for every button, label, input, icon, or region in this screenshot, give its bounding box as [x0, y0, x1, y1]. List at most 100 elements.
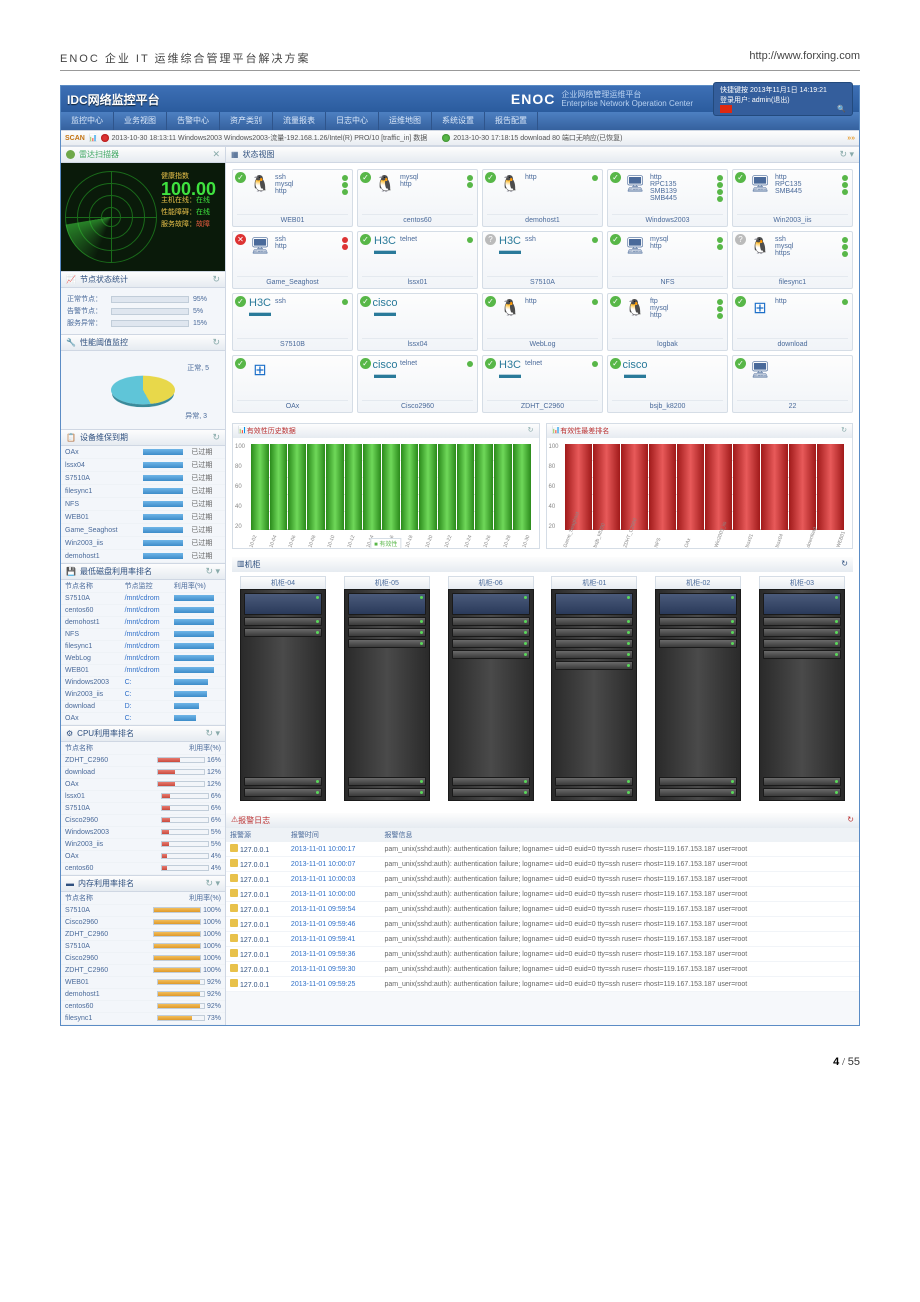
status-node[interactable]: ✓🐧mysqlhttpcentos60 — [357, 169, 478, 227]
login-info[interactable]: 登录用户: admin(退出) — [720, 95, 790, 105]
status-node[interactable]: ?H3C▬▬sshS7510A — [482, 231, 603, 289]
status-node[interactable]: ✓🐧sshmysqlhttpWEB01 — [232, 169, 353, 227]
refresh-icon[interactable]: ↻ — [841, 559, 848, 570]
status-node[interactable]: ✓cisco▬▬telnetCisco2960 — [357, 355, 478, 413]
refresh-icon[interactable]: ↻ ▾ — [205, 566, 220, 577]
mem-row[interactable]: centos60 92% — [61, 1001, 225, 1013]
disk-row[interactable]: downloadD: — [61, 701, 225, 713]
rack-server[interactable] — [348, 639, 426, 648]
flag-cn-icon[interactable] — [720, 105, 732, 113]
disk-row[interactable]: centos60/mnt/cdrom — [61, 605, 225, 617]
maint-row[interactable]: filesync1已过期 — [61, 485, 225, 498]
mem-row[interactable]: Cisco2960 100% — [61, 917, 225, 929]
rack-server[interactable] — [244, 617, 322, 626]
maint-row[interactable]: S7510A已过期 — [61, 472, 225, 485]
rack[interactable]: 机柜-06 — [448, 576, 534, 801]
mem-row[interactable]: ZDHT_C2960 100% — [61, 965, 225, 977]
rack-server[interactable] — [555, 628, 633, 637]
rack-server[interactable] — [452, 628, 530, 637]
rack-server[interactable] — [244, 593, 322, 615]
maint-row[interactable]: OAx已过期 — [61, 446, 225, 459]
status-node[interactable]: ✓cisco▬▬bsjb_k8200 — [607, 355, 728, 413]
rack-server[interactable] — [659, 628, 737, 637]
maint-row[interactable]: Game_Seaghost已过期 — [61, 524, 225, 537]
mem-row[interactable]: S7510A 100% — [61, 941, 225, 953]
rack-server[interactable] — [555, 650, 633, 659]
status-node[interactable]: ✓🐧ftpmysqlhttplogbak — [607, 293, 728, 351]
user-box[interactable]: 快捷键按 2013年11月1日 14:19:21 登录用户: admin(退出)… — [713, 82, 853, 116]
disk-row[interactable]: WebLog/mnt/cdrom — [61, 653, 225, 665]
status-node[interactable]: ✓🖥httpRPC135SMB139SMB445Windows2003 — [607, 169, 728, 227]
alarm-row[interactable]: 127.0.0.12013-11-01 09:59:41pam_unix(ssh… — [226, 932, 859, 947]
alarm-row[interactable]: 127.0.0.12013-11-01 10:00:00pam_unix(ssh… — [226, 887, 859, 902]
rack-server[interactable] — [659, 639, 737, 648]
rack-server[interactable] — [348, 617, 426, 626]
status-node[interactable]: ✓⊞OAx — [232, 355, 353, 413]
status-node[interactable]: ✓⊞httpdownload — [732, 293, 853, 351]
refresh-icon[interactable]: ↻ ▾ — [205, 878, 220, 889]
menu-item[interactable]: 报告配置 — [485, 112, 538, 130]
refresh-icon[interactable]: ↻ — [847, 815, 854, 826]
alarm-row[interactable]: 127.0.0.12013-11-01 09:59:30pam_unix(ssh… — [226, 962, 859, 977]
menu-item[interactable]: 监控中心 — [61, 112, 114, 130]
mem-row[interactable]: ZDHT_C2960 100% — [61, 929, 225, 941]
disk-row[interactable]: OAxC: — [61, 713, 225, 725]
rack[interactable]: 机柜-05 — [344, 576, 430, 801]
cpu-row[interactable]: S7510A 6% — [61, 803, 225, 815]
alarm-row[interactable]: 127.0.0.12013-11-01 10:00:07pam_unix(ssh… — [226, 857, 859, 872]
rack-server[interactable] — [763, 639, 841, 648]
rack-server[interactable] — [452, 593, 530, 615]
status-node[interactable]: ✓🖥22 — [732, 355, 853, 413]
cpu-row[interactable]: ZDHT_C2960 16% — [61, 755, 225, 767]
rack-server[interactable] — [763, 593, 841, 615]
rack[interactable]: 机柜-04 — [240, 576, 326, 801]
rack-server[interactable] — [555, 661, 633, 670]
status-node[interactable]: ✓🖥httpRPC135SMB445Win2003_iis — [732, 169, 853, 227]
menu-item[interactable]: 告警中心 — [167, 112, 220, 130]
cpu-row[interactable]: OAx 12% — [61, 779, 225, 791]
status-node[interactable]: ✓H3C▬▬sshS7510B — [232, 293, 353, 351]
cpu-row[interactable]: Windows2003 5% — [61, 827, 225, 839]
rack-server[interactable] — [244, 628, 322, 637]
rack-server[interactable] — [763, 650, 841, 659]
rack[interactable]: 机柜-03 — [759, 576, 845, 801]
maint-row[interactable]: lssx04已过期 — [61, 459, 225, 472]
disk-row[interactable]: WEB01/mnt/cdrom — [61, 665, 225, 677]
maint-row[interactable]: demohost1已过期 — [61, 550, 225, 563]
rack-server[interactable] — [555, 593, 633, 615]
alarm-row[interactable]: 127.0.0.12013-11-01 10:00:17pam_unix(ssh… — [226, 842, 859, 857]
menu-item[interactable]: 运维地图 — [379, 112, 432, 130]
rack-server[interactable] — [555, 639, 633, 648]
alarm-row[interactable]: 127.0.0.12013-11-01 09:59:46pam_unix(ssh… — [226, 917, 859, 932]
rack-server[interactable] — [659, 593, 737, 615]
rack-server[interactable] — [659, 617, 737, 626]
refresh-icon[interactable]: ↻ ▾ — [839, 149, 854, 160]
refresh-icon[interactable]: ↻ — [212, 337, 220, 348]
alarm-row[interactable]: 127.0.0.12013-11-01 10:00:03pam_unix(ssh… — [226, 872, 859, 887]
cpu-row[interactable]: download 12% — [61, 767, 225, 779]
disk-row[interactable]: demohost1/mnt/cdrom — [61, 617, 225, 629]
mem-row[interactable]: S7510A 100% — [61, 905, 225, 917]
close-icon[interactable]: ✕ — [212, 149, 220, 160]
refresh-icon[interactable]: ↻ — [212, 432, 220, 443]
disk-row[interactable]: Win2003_iisC: — [61, 689, 225, 701]
cpu-row[interactable]: OAx 4% — [61, 851, 225, 863]
disk-row[interactable]: NFS/mnt/cdrom — [61, 629, 225, 641]
status-node[interactable]: ✓🐧httpWebLog — [482, 293, 603, 351]
menu-item[interactable]: 系统设置 — [432, 112, 485, 130]
mem-row[interactable]: filesync1 73% — [61, 1013, 225, 1025]
alarm-row[interactable]: 127.0.0.12013-11-01 09:59:54pam_unix(ssh… — [226, 902, 859, 917]
mem-row[interactable]: WEB01 92% — [61, 977, 225, 989]
maint-row[interactable]: Win2003_iis已过期 — [61, 537, 225, 550]
rack-server[interactable] — [348, 593, 426, 615]
cpu-row[interactable]: lssx01 6% — [61, 791, 225, 803]
chart-icon[interactable]: 📊 — [89, 134, 98, 142]
menu-item[interactable]: 流量报表 — [273, 112, 326, 130]
rack-server[interactable] — [452, 617, 530, 626]
refresh-icon[interactable]: ↻ ▾ — [205, 728, 220, 739]
menu-item[interactable]: 业务视图 — [114, 112, 167, 130]
rack-server[interactable] — [452, 650, 530, 659]
refresh-icon[interactable]: ↻ — [212, 274, 220, 285]
status-node[interactable]: ✓🐧httpdemohost1 — [482, 169, 603, 227]
alarm-row[interactable]: 127.0.0.12013-11-01 09:59:25pam_unix(ssh… — [226, 977, 859, 992]
